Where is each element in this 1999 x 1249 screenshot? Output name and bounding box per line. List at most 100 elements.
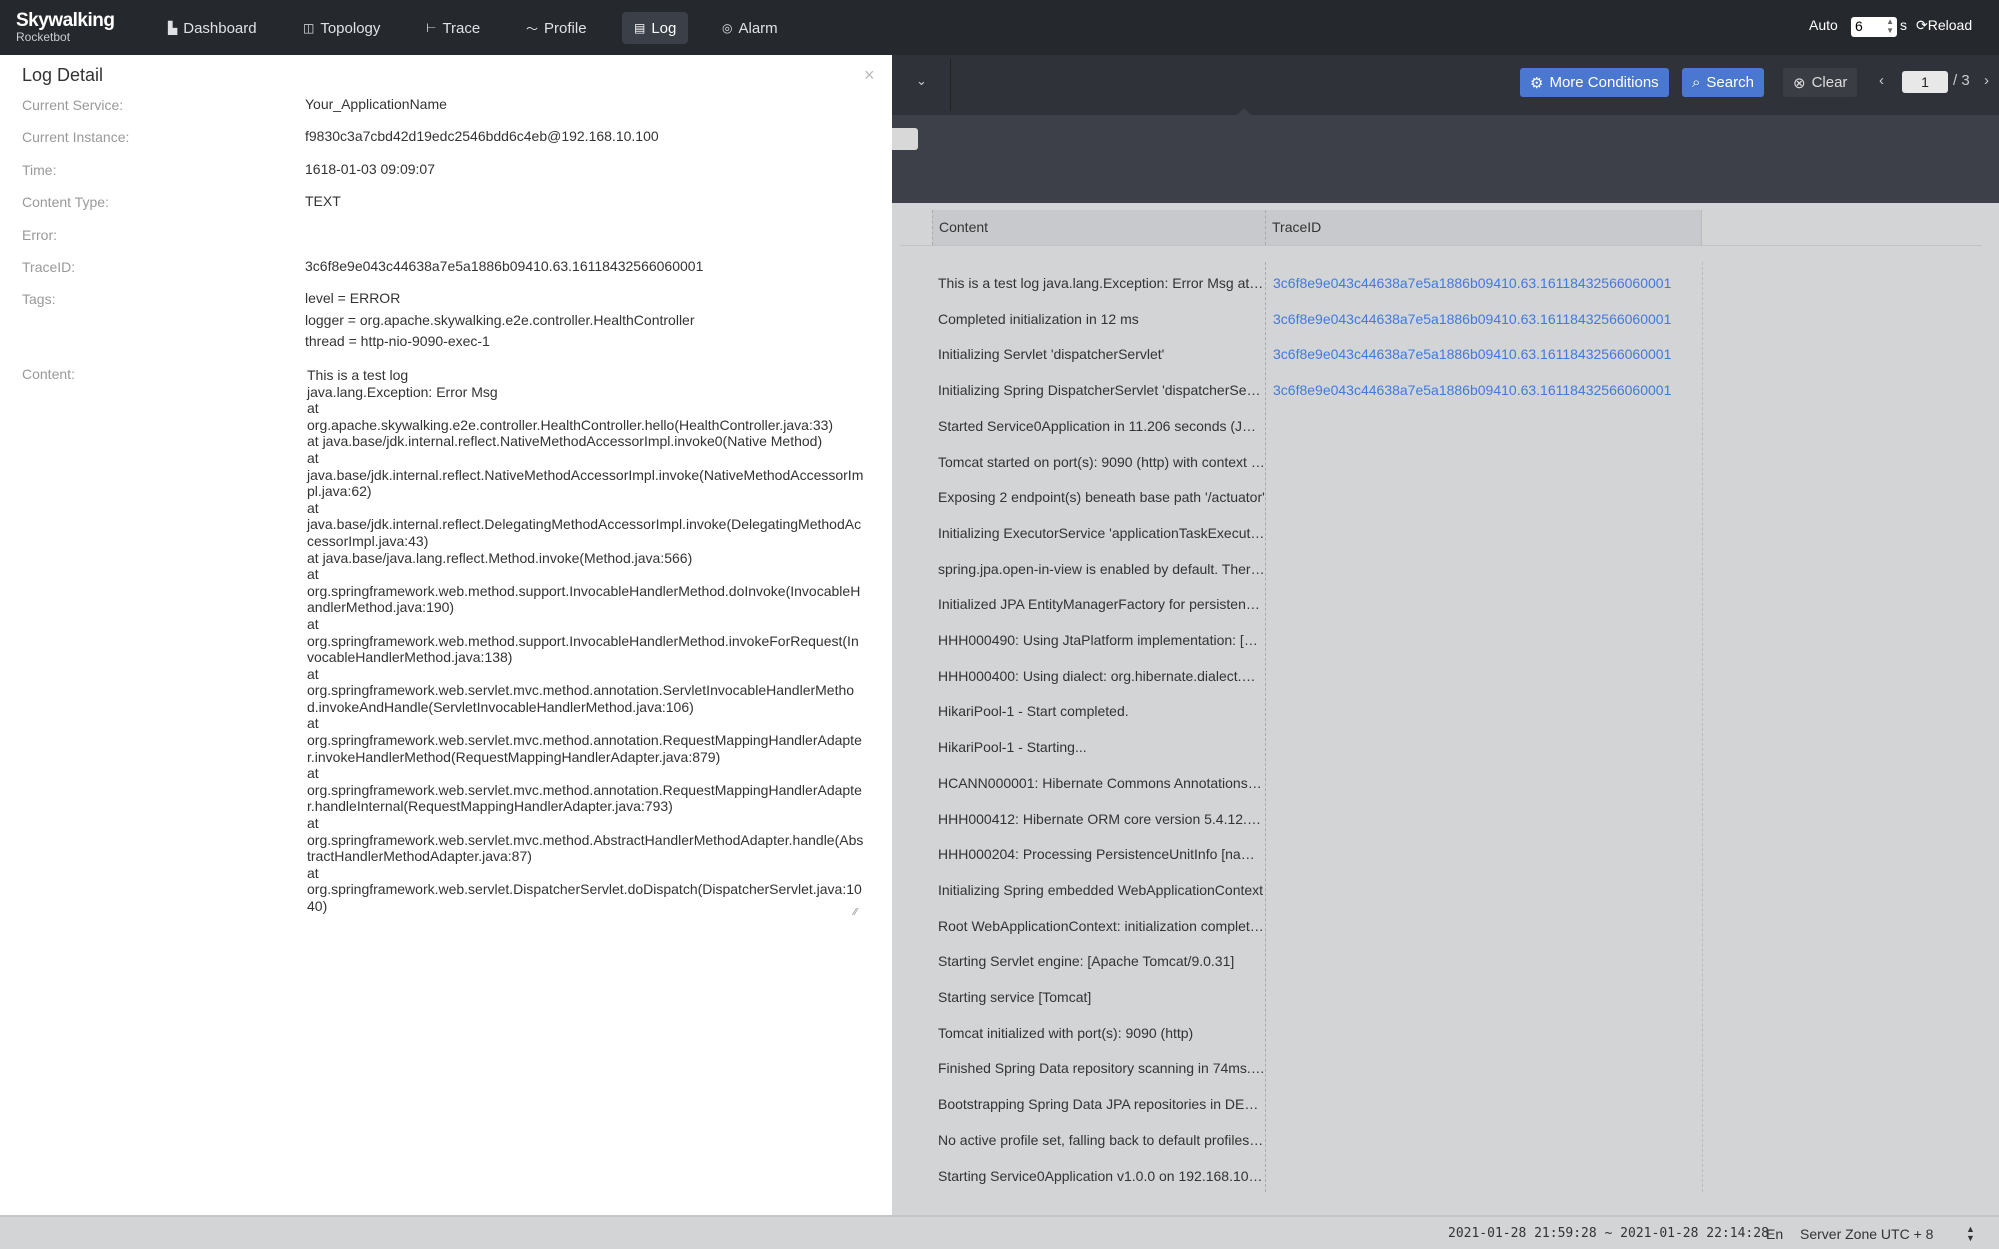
row-content: HikariPool-1 - Starting...	[938, 739, 1087, 756]
logo[interactable]: Skywalking Rocketbot	[16, 10, 115, 44]
resize-handle-icon[interactable]: ⁄⁄	[854, 907, 857, 918]
more-conditions-button[interactable]: ⚙ More Conditions	[1520, 68, 1669, 97]
nav-trace[interactable]: ⊢ Trace	[414, 12, 492, 44]
table-row[interactable]: Started Service0Application in 11.206 se…	[932, 408, 1702, 444]
nav-label: Dashboard	[183, 19, 257, 37]
table-row[interactable]: No active profile set, falling back to d…	[932, 1122, 1702, 1158]
table-row[interactable]: HHH000490: Using JtaPlatform implementat…	[932, 622, 1702, 658]
row-content: Exposing 2 endpoint(s) beneath base path…	[938, 489, 1265, 506]
table-row[interactable]: Initializing ExecutorService 'applicatio…	[932, 515, 1702, 551]
table-row[interactable]: Bootstrapping Spring Data JPA repositori…	[932, 1086, 1702, 1122]
nav-profile[interactable]: 〜 Profile	[514, 12, 599, 44]
table-row[interactable]: HHH000204: Processing PersistenceUnitInf…	[932, 836, 1702, 872]
column-header-content: Content	[932, 210, 1265, 245]
search-button[interactable]: ⌕ Search	[1682, 68, 1764, 97]
table-row[interactable]: Initializing Servlet 'dispatcherServlet'…	[932, 336, 1702, 372]
row-traceid-link[interactable]: 3c6f8e9e043c44638a7e5a1886b09410.63.1611…	[1265, 372, 1702, 408]
row-traceid-link[interactable]	[1265, 658, 1702, 694]
nav-label: Profile	[544, 19, 587, 37]
row-traceid-link[interactable]	[1265, 943, 1702, 979]
page-input[interactable]: 1	[1902, 71, 1948, 93]
row-traceid-link[interactable]	[1265, 979, 1702, 1015]
row-traceid-link[interactable]	[1265, 1086, 1702, 1122]
table-row[interactable]: Tomcat initialized with port(s): 9090 (h…	[932, 1015, 1702, 1051]
row-content: spring.jpa.open-in-view is enabled by de…	[938, 560, 1265, 577]
clear-button[interactable]: ⊗ Clear	[1783, 68, 1858, 97]
reload-button[interactable]: ⟳Reload	[1916, 17, 1972, 34]
row-traceid-link[interactable]	[1265, 408, 1702, 444]
label-service: Current Service:	[22, 97, 124, 113]
next-page-icon[interactable]: ›	[1984, 72, 1989, 89]
column-header-traceid: TraceID	[1265, 210, 1702, 245]
table-row[interactable]: Starting Servlet engine: [Apache Tomcat/…	[932, 943, 1702, 979]
table-row[interactable]: HikariPool-1 - Start completed.	[932, 693, 1702, 729]
table-row[interactable]: HCANN000001: Hibernate Commons Annotatio…	[932, 765, 1702, 801]
table-row[interactable]: Starting Service0Application v1.0.0 on 1…	[932, 1158, 1702, 1194]
row-traceid-link[interactable]	[1265, 729, 1702, 765]
prev-page-icon[interactable]: ‹	[1879, 72, 1884, 89]
nav-dashboard[interactable]: ▙ Dashboard	[156, 12, 269, 44]
table-row[interactable]: Starting service [Tomcat]	[932, 979, 1702, 1015]
table-row[interactable]: Finished Spring Data repository scanning…	[932, 1050, 1702, 1086]
row-traceid-link[interactable]	[1265, 444, 1702, 480]
row-traceid-link[interactable]	[1265, 1122, 1702, 1158]
row-traceid-link[interactable]	[1265, 479, 1702, 515]
close-circle-icon: ⊗	[1793, 74, 1806, 92]
table-row[interactable]: Exposing 2 endpoint(s) beneath base path…	[932, 479, 1702, 515]
label-error: Error:	[22, 227, 57, 243]
row-traceid-link[interactable]	[1265, 801, 1702, 837]
row-traceid-link[interactable]	[1265, 908, 1702, 944]
table-row[interactable]: HHH000400: Using dialect: org.hibernate.…	[932, 658, 1702, 694]
table-row[interactable]: HikariPool-1 - Starting...	[932, 729, 1702, 765]
table-row[interactable]: HHH000412: Hibernate ORM core version 5.…	[932, 801, 1702, 837]
table-row[interactable]: Initializing Spring DispatcherServlet 'd…	[932, 372, 1702, 408]
nav-log[interactable]: ▤ Log	[622, 12, 688, 44]
current-service: Your_ApplicationName	[305, 96, 447, 112]
row-traceid-link[interactable]	[1265, 622, 1702, 658]
row-traceid-link[interactable]	[1265, 836, 1702, 872]
row-content: Starting Service0Application v1.0.0 on 1…	[938, 1167, 1265, 1184]
row-traceid-link[interactable]	[1265, 765, 1702, 801]
table-row[interactable]: Initialized JPA EntityManagerFactory for…	[932, 586, 1702, 622]
language-toggle[interactable]: En	[1766, 1226, 1783, 1242]
label-instance: Current Instance:	[22, 129, 130, 145]
table-row[interactable]: Root WebApplicationContext: initializati…	[932, 908, 1702, 944]
row-traceid-link[interactable]	[1265, 693, 1702, 729]
row-content: Started Service0Application in 11.206 se…	[938, 417, 1265, 434]
close-icon[interactable]: ×	[864, 65, 875, 86]
stepper-icon[interactable]: ▲ ▼	[1886, 17, 1894, 35]
row-traceid-link[interactable]	[1265, 515, 1702, 551]
row-content: Starting service [Tomcat]	[938, 989, 1092, 1005]
nav-label: Topology	[320, 19, 381, 37]
button-label: Search	[1706, 74, 1754, 91]
row-traceid-link[interactable]: 3c6f8e9e043c44638a7e5a1886b09410.63.1611…	[1265, 265, 1702, 301]
row-traceid-link[interactable]	[1265, 872, 1702, 908]
table-row[interactable]: Completed initialization in 12 ms 3c6f8e9…	[932, 301, 1702, 337]
table-row[interactable]: This is a test log java.lang.Exception: …	[932, 265, 1702, 301]
table-row[interactable]: Initializing Spring embedded WebApplicat…	[932, 872, 1702, 908]
divider	[950, 59, 951, 111]
row-traceid-link[interactable]	[1265, 551, 1702, 587]
stepper-icon[interactable]: ▲ ▼	[1966, 1225, 1975, 1243]
content-textarea[interactable]: This is a test log java.lang.Exception: …	[307, 367, 865, 977]
row-traceid-link[interactable]	[1265, 1015, 1702, 1051]
table-row[interactable]: spring.jpa.open-in-view is enabled by de…	[932, 551, 1702, 587]
table-row[interactable]: Tomcat started on port(s): 9090 (http) w…	[932, 444, 1702, 480]
chevron-down-icon[interactable]: ⌄	[916, 73, 927, 89]
row-traceid-link[interactable]: 3c6f8e9e043c44638a7e5a1886b09410.63.1611…	[1265, 336, 1702, 372]
reload-label: Reload	[1927, 17, 1973, 33]
row-traceid-link[interactable]	[1265, 1158, 1702, 1194]
row-content: HHH000400: Using dialect: org.hibernate.…	[938, 667, 1265, 684]
row-traceid-link[interactable]	[1265, 1050, 1702, 1086]
alarm-icon: ◎	[722, 21, 733, 35]
nav-topology[interactable]: ◫ Topology	[291, 12, 392, 44]
nav-alarm[interactable]: ◎ Alarm	[710, 12, 790, 44]
interval-input[interactable]: 6 ▲ ▼	[1851, 17, 1897, 37]
row-traceid-link[interactable]: 3c6f8e9e043c44638a7e5a1886b09410.63.1611…	[1265, 301, 1702, 337]
row-traceid-link[interactable]	[1265, 586, 1702, 622]
row-content: HHH000490: Using JtaPlatform implementat…	[938, 632, 1265, 648]
trace-icon: ⊢	[426, 21, 437, 35]
label-content-type: Content Type:	[22, 194, 109, 210]
bar-chart-icon: ▙	[168, 21, 178, 35]
time-range[interactable]: 2021-01-28 21:59:28 ~ 2021-01-28 22:14:2…	[1448, 1226, 1769, 1241]
